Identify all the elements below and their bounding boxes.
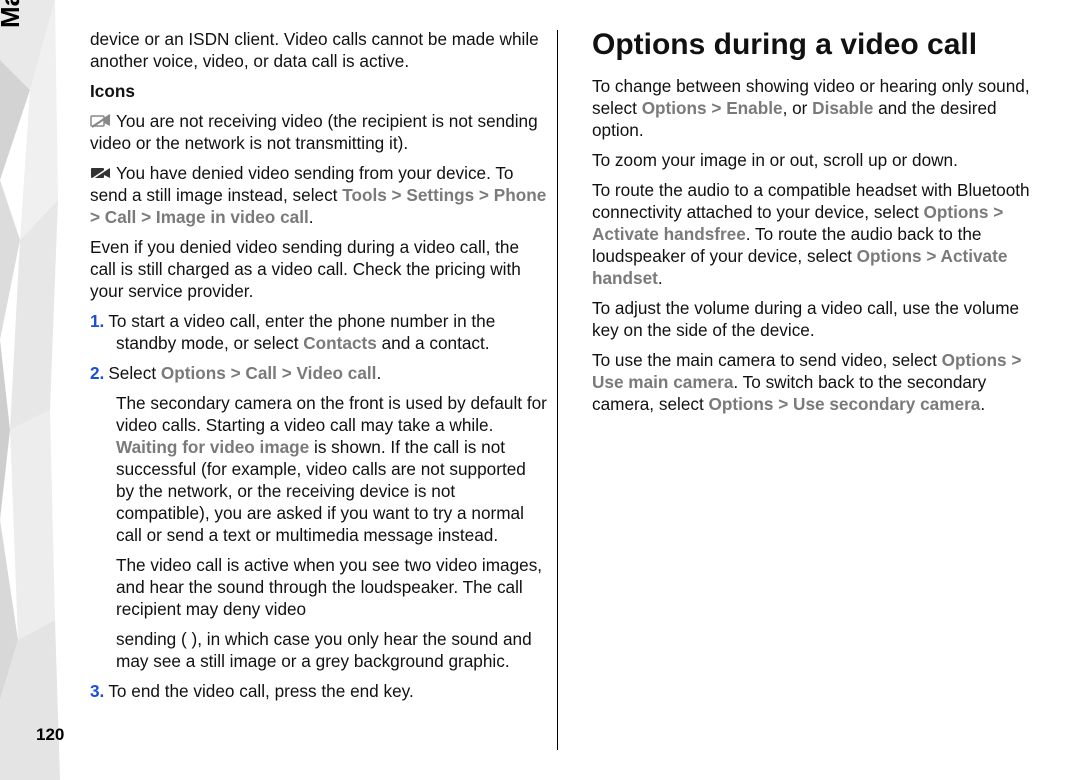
icon-description-no-video: You are not receiving video (the recipie… — [90, 110, 548, 154]
deny-send-video-icon — [90, 164, 112, 180]
status-text: Waiting for video image — [116, 437, 309, 457]
intro-paragraph: device or an ISDN client. Video calls ca… — [90, 28, 548, 72]
step-2-active: The video call is active when you see tw… — [116, 554, 548, 620]
section-heading: Options during a video call — [592, 28, 1050, 61]
charged-note: Even if you denied video sending during … — [90, 236, 548, 302]
step-2: 2.Select Options > Call > Video call. — [116, 362, 548, 384]
menu-path: Options > Call > Video call — [161, 363, 377, 383]
menu-path: Options > Enable — [642, 98, 783, 118]
step-number: 1. — [90, 311, 104, 331]
background-polygons — [0, 0, 80, 780]
options-camera: To use the main camera to send video, se… — [592, 349, 1050, 415]
section-title-vertical: Make calls — [0, 0, 26, 28]
no-receive-video-icon — [90, 112, 112, 128]
step-2-sending-cont: sending ( ), in which case you only hear… — [116, 628, 548, 672]
options-volume: To adjust the volume during a video call… — [592, 297, 1050, 341]
step-number: 3. — [90, 681, 104, 701]
step-3: 3.To end the video call, press the end k… — [116, 680, 548, 702]
options-route-audio: To route the audio to a compatible heads… — [592, 179, 1050, 289]
page-body: device or an ISDN client. Video calls ca… — [90, 28, 1050, 750]
icons-heading: Icons — [90, 80, 548, 102]
options-zoom: To zoom your image in or out, scroll up … — [592, 149, 1050, 171]
icon-description-denied-video: You have denied video sending from your … — [90, 162, 548, 228]
ordered-list: 1.To start a video call, enter the phone… — [90, 310, 548, 702]
step-1: 1.To start a video call, enter the phone… — [116, 310, 548, 354]
options-enable-disable: To change between showing video or heari… — [592, 75, 1050, 141]
step-number: 2. — [90, 363, 104, 383]
page-number: 120 — [36, 725, 64, 745]
step-2-explain: The secondary camera on the front is use… — [116, 392, 548, 546]
menu-path: Options > Use secondary camera — [709, 394, 981, 414]
menu-path: Contacts — [303, 333, 377, 353]
menu-path: Disable — [812, 98, 873, 118]
